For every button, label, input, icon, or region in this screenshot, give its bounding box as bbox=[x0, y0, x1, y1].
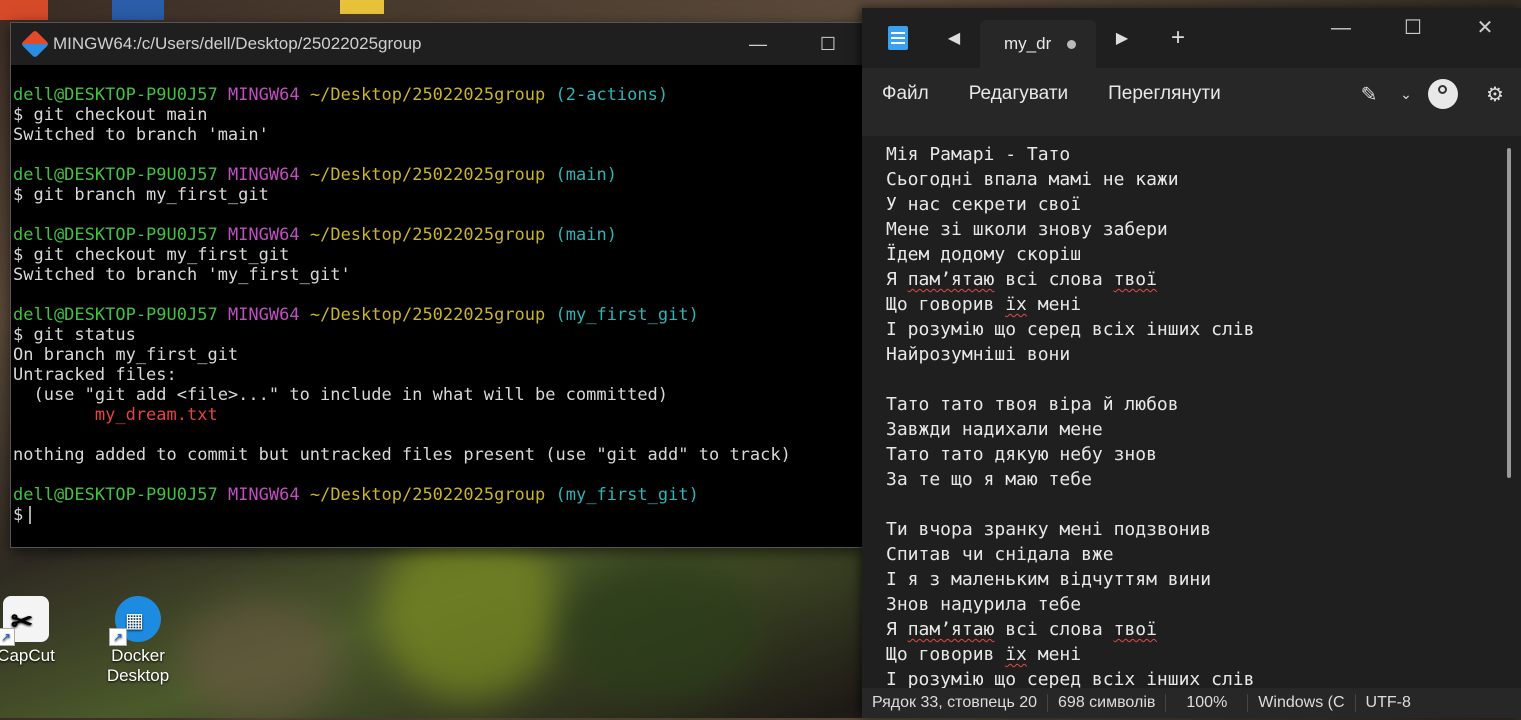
notepad-menubar: Файл Редагувати Переглянути ✎ ⌄ ⚙ bbox=[862, 68, 1521, 120]
desktop-icon-partial[interactable] bbox=[112, 0, 164, 20]
terminal-title: MINGW64:/c/Users/dell/Desktop/25022025gr… bbox=[53, 34, 422, 53]
notepad-app-icon bbox=[888, 26, 908, 50]
tab-title: my_dr bbox=[1004, 34, 1052, 53]
notepad-statusbar: Рядок 33, стовпець 20 698 символів 100% … bbox=[862, 688, 1521, 718]
text-line: Завжди надихали мене bbox=[886, 419, 1103, 440]
menu-file[interactable]: Файл bbox=[862, 83, 949, 105]
desktop-icon-label: Docker Desktop bbox=[106, 646, 170, 685]
text-line: І розумію що серед всіх інших слів bbox=[886, 669, 1255, 688]
git-logo-icon bbox=[20, 29, 50, 59]
command-line: $ git status bbox=[13, 325, 136, 345]
text-cursor bbox=[29, 506, 32, 524]
minimize-button[interactable]: — bbox=[723, 34, 793, 55]
current-prompt[interactable]: $ bbox=[13, 505, 863, 525]
prompt-line: dell@DESKTOP-P9U0J57 MINGW64 ~/Desktop/2… bbox=[13, 485, 699, 505]
text-line: Знов надурила тебе bbox=[886, 594, 1082, 615]
zoom-level[interactable]: 100% bbox=[1166, 694, 1249, 712]
text-line: Їдем додому скоріш bbox=[886, 244, 1082, 265]
desktop-icon-partial[interactable] bbox=[0, 0, 48, 20]
tab-scroll-right-icon[interactable]: ▶ bbox=[1096, 28, 1148, 48]
desktop-icon-capcut[interactable]: ✂ ↗ CapCut bbox=[0, 596, 66, 666]
new-tab-plus-icon[interactable]: + bbox=[1148, 24, 1208, 52]
text-line: Ти вчора зранку мені подзвонив bbox=[886, 519, 1212, 540]
maximize-button[interactable]: ☐ bbox=[1377, 8, 1449, 48]
text-line: Мене зі школи знову забери bbox=[886, 219, 1168, 240]
text-line: Тато тато дякую небу знов bbox=[886, 444, 1157, 465]
desktop-icon-partial[interactable] bbox=[340, 0, 384, 14]
text-line: Найрозумніші вони bbox=[886, 344, 1071, 365]
desktop-icon-docker[interactable]: ▦ ↗ Docker Desktop bbox=[98, 596, 178, 686]
docker-icon: ▦ ↗ bbox=[109, 596, 161, 646]
text-line: У нас секрети свої bbox=[886, 194, 1082, 215]
output-line: Untracked files: bbox=[13, 365, 177, 385]
unsaved-dot-icon bbox=[1067, 39, 1076, 49]
text-line: І я з маленьким відчуттям вини bbox=[886, 569, 1212, 590]
shortcut-arrow-icon: ↗ bbox=[109, 628, 127, 646]
text-line: Тато тато твоя віра й любов bbox=[886, 394, 1179, 415]
text-line: І розумію що серед всіх інших слів bbox=[886, 319, 1255, 340]
cursor-position: Рядок 33, стовпець 20 bbox=[862, 694, 1049, 712]
maximize-button[interactable]: ☐ bbox=[793, 34, 863, 55]
text-line: Що говорив їх мені bbox=[886, 294, 1082, 315]
output-line: nothing added to commit but untracked fi… bbox=[13, 445, 791, 465]
terminal-output[interactable]: dell@DESKTOP-P9U0J57 MINGW64 ~/Desktop/2… bbox=[11, 65, 863, 525]
menu-edit[interactable]: Редагувати bbox=[949, 83, 1088, 105]
command-line: $ git branch my_first_git bbox=[13, 185, 269, 205]
tab-my-dream[interactable]: my_dr bbox=[980, 20, 1096, 68]
terminal-titlebar[interactable]: MINGW64:/c/Users/dell/Desktop/25022025gr… bbox=[11, 23, 863, 65]
vertical-scrollbar[interactable] bbox=[1507, 148, 1511, 478]
tab-scroll-left-icon[interactable]: ◀ bbox=[928, 28, 980, 48]
line-ending[interactable]: Windows (C bbox=[1248, 694, 1356, 712]
command-line: $ git checkout my_first_git bbox=[13, 245, 290, 265]
shortcut-arrow-icon: ↗ bbox=[0, 628, 15, 646]
account-avatar-icon[interactable] bbox=[1428, 79, 1458, 109]
text-line: Я пам’ятаю всі слова твої bbox=[886, 619, 1157, 640]
untracked-file: my_dream.txt bbox=[13, 405, 218, 425]
encoding[interactable]: UTF-8 bbox=[1356, 694, 1421, 712]
command-line: $ git checkout main bbox=[13, 105, 208, 125]
copilot-wand-icon[interactable]: ✎ bbox=[1343, 82, 1395, 107]
output-line: (use "git add <file>..." to include in w… bbox=[13, 385, 669, 405]
text-line: За те що я маю тебе bbox=[886, 469, 1092, 490]
text-line: Спитав чи снідала вже bbox=[886, 544, 1114, 565]
output-line: On branch my_first_git bbox=[13, 345, 239, 365]
notepad-text-area[interactable]: Мія Рамарі - Тато Сьогодні впала мамі не … bbox=[862, 136, 1521, 688]
desktop-icon-label: CapCut bbox=[0, 646, 55, 665]
gear-icon[interactable]: ⚙ bbox=[1469, 82, 1521, 107]
notepad-window[interactable]: ◀ my_dr ▶ + — ☐ ✕ Файл Редагувати Перегл… bbox=[862, 8, 1521, 718]
prompt-line: dell@DESKTOP-P9U0J57 MINGW64 ~/Desktop/2… bbox=[13, 305, 699, 325]
text-line: Що говорив їх мені bbox=[886, 644, 1082, 665]
text-line: Мія Рамарі - Тато bbox=[886, 144, 1071, 165]
capcut-icon: ✂ ↗ bbox=[0, 596, 49, 646]
output-line: Switched to branch 'main' bbox=[13, 125, 269, 145]
char-count: 698 символів bbox=[1048, 694, 1167, 712]
menu-view[interactable]: Переглянути bbox=[1088, 83, 1241, 105]
notepad-tabbar[interactable]: ◀ my_dr ▶ + — ☐ ✕ bbox=[862, 8, 1521, 68]
terminal-window[interactable]: MINGW64:/c/Users/dell/Desktop/25022025gr… bbox=[10, 22, 864, 548]
prompt-line: dell@DESKTOP-P9U0J57 MINGW64 ~/Desktop/2… bbox=[13, 85, 669, 105]
text-line: Сьогодні впала мамі не кажи bbox=[886, 169, 1179, 190]
minimize-button[interactable]: — bbox=[1305, 8, 1377, 48]
close-button[interactable]: ✕ bbox=[1449, 8, 1521, 48]
output-line: Switched to branch 'my_first_git' bbox=[13, 265, 351, 285]
chevron-down-icon[interactable]: ⌄ bbox=[1395, 86, 1417, 103]
text-line: Я пам’ятаю всі слова твої bbox=[886, 269, 1157, 290]
prompt-line: dell@DESKTOP-P9U0J57 MINGW64 ~/Desktop/2… bbox=[13, 225, 617, 245]
prompt-line: dell@DESKTOP-P9U0J57 MINGW64 ~/Desktop/2… bbox=[13, 165, 617, 185]
